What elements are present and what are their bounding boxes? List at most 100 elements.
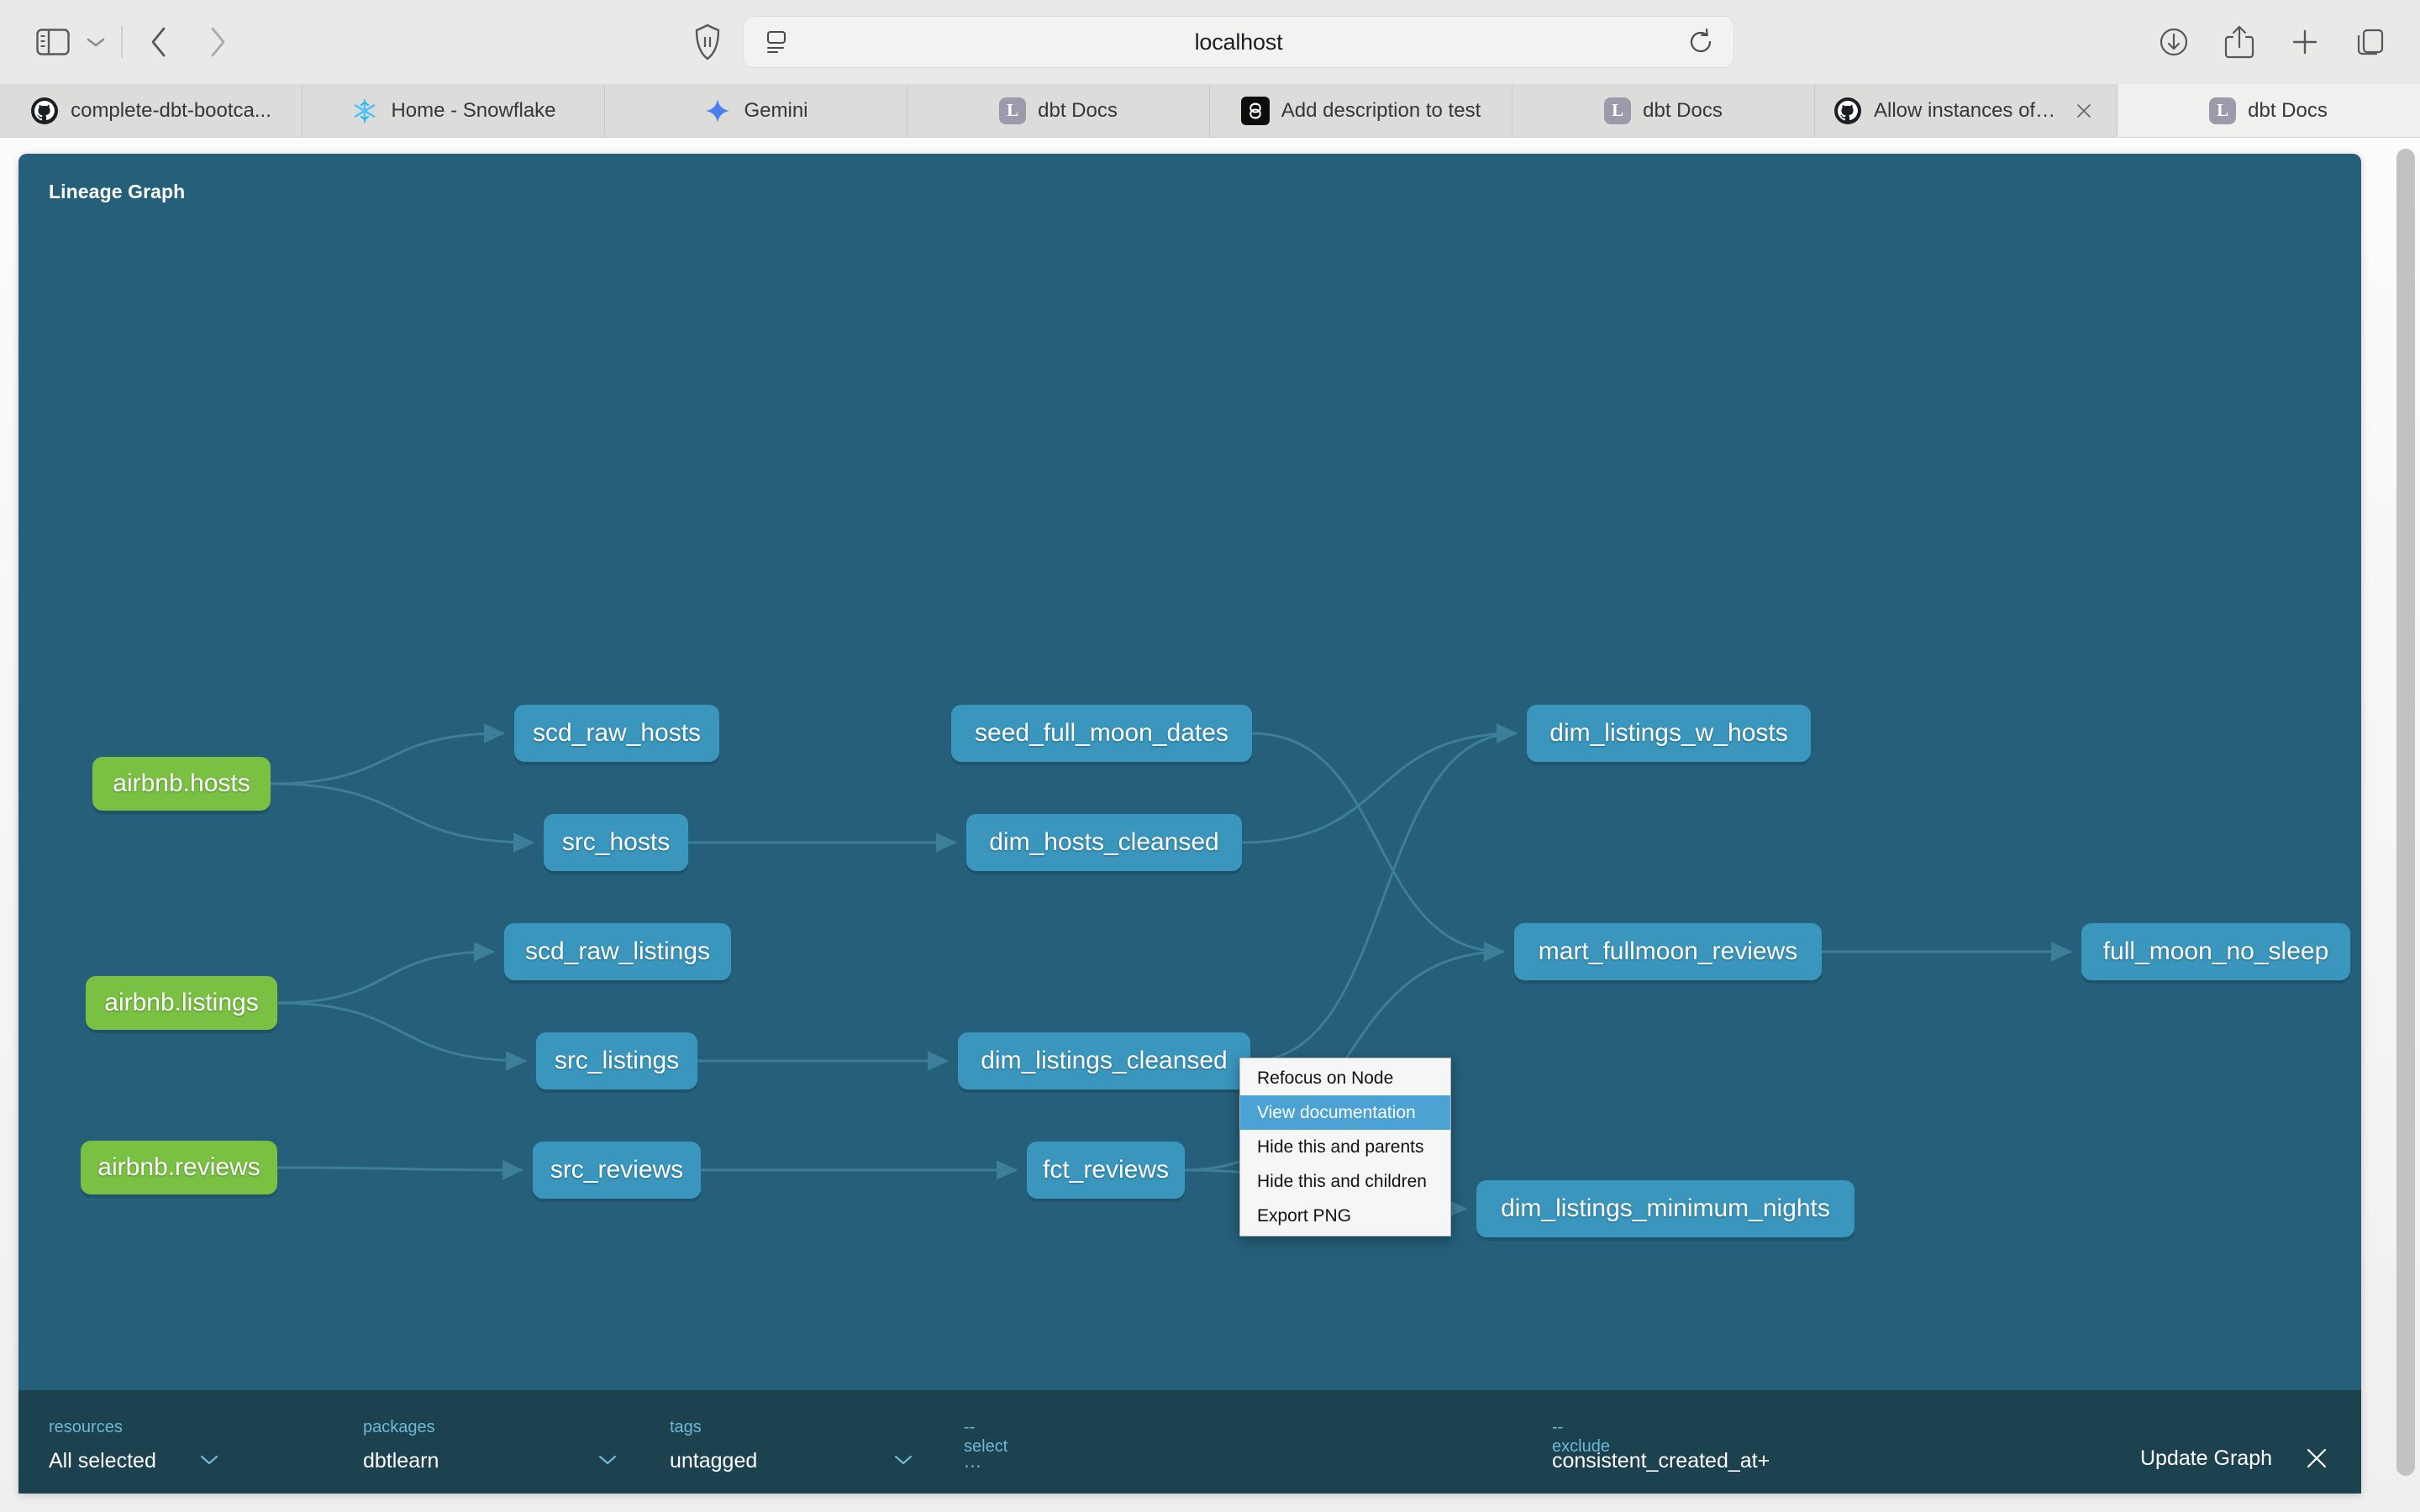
- graph-node-scd-raw-hosts[interactable]: scd_raw_hosts: [514, 705, 719, 762]
- control-field-value: dbtlearn: [363, 1449, 439, 1473]
- tab-title: complete-dbt-bootca...: [71, 99, 271, 123]
- browser-tab[interactable]: Allow instances of gen...: [1815, 84, 2118, 137]
- tab-title: Gemini: [744, 99, 808, 123]
- graph-node-fct-reviews[interactable]: fct_reviews: [1027, 1142, 1185, 1199]
- tab-title: dbt Docs: [1038, 99, 1118, 123]
- page-content: Lineage Graph airbnb.hostsairbnb.listing…: [0, 139, 2420, 1512]
- graph-node-dim-listings-minimum-nights[interactable]: dim_listings_minimum_nights: [1476, 1180, 1854, 1237]
- gemini-sparkle-icon: [703, 97, 732, 125]
- browser-toolbar: localhost: [0, 0, 2420, 84]
- graph-node-airbnb-reviews[interactable]: airbnb.reviews: [81, 1141, 277, 1194]
- tab-overview-icon[interactable]: [2349, 21, 2391, 63]
- tab-title: Home - Snowflake: [391, 99, 555, 123]
- sidebar-toggle-icon[interactable]: [29, 18, 77, 66]
- safari-browser-window: localhost: [0, 0, 2420, 1512]
- graph-node-label: airbnb.hosts: [113, 769, 250, 798]
- control-field-value: untagged: [670, 1449, 757, 1473]
- control-field-label: resources: [49, 1418, 123, 1437]
- node-context-menu[interactable]: Refocus on Node View documentation Hide th…: [1239, 1058, 1451, 1236]
- forward-arrow-icon[interactable]: [188, 18, 247, 66]
- graph-node-src-reviews[interactable]: src_reviews: [533, 1142, 701, 1199]
- context-menu-item[interactable]: Hide this and children: [1240, 1164, 1450, 1199]
- graph-node-label: scd_raw_listings: [525, 937, 710, 966]
- graph-node-dim-listings-w-hosts[interactable]: dim_listings_w_hosts: [1527, 705, 1811, 762]
- graph-node-label: scd_raw_hosts: [533, 719, 701, 748]
- graph-node-label: dim_listings_cleansed: [981, 1047, 1228, 1075]
- plus-icon[interactable]: [2284, 21, 2326, 63]
- github-icon: [30, 97, 59, 125]
- graph-node-seed-full-moon-dates[interactable]: seed_full_moon_dates: [951, 705, 1252, 762]
- toolbar-left-group: [29, 18, 247, 66]
- graph-edge: [1242, 733, 1517, 843]
- privacy-shield-icon[interactable]: [686, 20, 729, 64]
- browser-tab[interactable]: Gemini: [605, 84, 908, 137]
- snowflake-icon: [350, 97, 379, 125]
- reload-icon[interactable]: [1686, 28, 1715, 56]
- chevron-down-icon[interactable]: [597, 1452, 618, 1469]
- toolbar-center-group: localhost: [686, 16, 1734, 68]
- graph-node-label: airbnb.reviews: [97, 1153, 260, 1182]
- graph-node-label: mart_fullmoon_reviews: [1539, 937, 1797, 966]
- graph-node-src-hosts[interactable]: src_hosts: [544, 814, 688, 871]
- graph-edge: [277, 952, 494, 1003]
- sidebar-chevron-down-icon[interactable]: [77, 18, 114, 66]
- close-x-icon[interactable]: [2304, 1446, 2329, 1471]
- close-icon[interactable]: [2070, 97, 2098, 125]
- dbt-docs-icon: L: [2209, 97, 2236, 124]
- graph-edge: [1252, 733, 1504, 952]
- graph-node-label: fct_reviews: [1043, 1156, 1169, 1184]
- browser-tab[interactable]: Ldbt Docs: [908, 84, 1210, 137]
- graph-node-mart-fullmoon-reviews[interactable]: mart_fullmoon_reviews: [1514, 923, 1822, 980]
- toolbar-divider: [121, 26, 123, 58]
- graph-node-src-listings[interactable]: src_listings: [536, 1032, 697, 1089]
- browser-tab[interactable]: complete-dbt-bootca...: [0, 84, 302, 137]
- graph-node-label: seed_full_moon_dates: [975, 719, 1228, 748]
- graph-edge: [277, 1168, 523, 1170]
- graph-control-bar: resourcesAll selectedpackagesdbtlearntag…: [18, 1390, 2361, 1494]
- tab-title: dbt Docs: [1643, 99, 1723, 123]
- graph-node-dim-hosts-cleansed[interactable]: dim_hosts_cleansed: [966, 814, 1242, 871]
- github-icon: [1833, 97, 1862, 125]
- reader-view-icon[interactable]: [762, 27, 792, 57]
- graph-node-label: src_hosts: [562, 828, 670, 857]
- chevron-down-icon[interactable]: [892, 1452, 914, 1469]
- graph-node-airbnb-hosts[interactable]: airbnb.hosts: [92, 757, 271, 811]
- update-graph-button[interactable]: Update Graph: [2140, 1446, 2272, 1471]
- control-field-label: tags: [670, 1418, 702, 1437]
- graph-node-label: src_listings: [555, 1047, 679, 1075]
- control-bar-actions: Update Graph: [2140, 1446, 2329, 1471]
- tab-bar: complete-dbt-bootca... Home - Snowflake Ge…: [0, 84, 2420, 138]
- control-field-value: consistent_created_at+: [1552, 1449, 1770, 1473]
- graph-node-scd-raw-listings[interactable]: scd_raw_listings: [504, 923, 731, 980]
- browser-tab[interactable]: Ldbt Docs: [2118, 84, 2420, 137]
- context-menu-item-label: View documentation: [1257, 1103, 1416, 1123]
- share-icon[interactable]: [2218, 21, 2260, 63]
- graph-node-full-moon-no-sleep[interactable]: full_moon_no_sleep: [2081, 923, 2350, 980]
- downloads-icon[interactable]: [2153, 21, 2195, 63]
- control-field-value: ...: [964, 1449, 981, 1473]
- context-menu-item[interactable]: Refocus on Node: [1240, 1061, 1450, 1095]
- browser-tab[interactable]: Add description to test: [1210, 84, 1512, 137]
- tab-title: Add description to test: [1281, 99, 1481, 123]
- context-menu-item[interactable]: Hide this and parents: [1240, 1130, 1450, 1164]
- graph-node-label: src_reviews: [550, 1156, 683, 1184]
- back-arrow-icon[interactable]: [129, 18, 188, 66]
- lineage-graph-panel: Lineage Graph airbnb.hostsairbnb.listing…: [18, 154, 2361, 1494]
- browser-tab[interactable]: Home - Snowflake: [302, 84, 605, 137]
- graph-node-dim-listings-cleansed[interactable]: dim_listings_cleansed: [958, 1032, 1250, 1089]
- dbt-docs-icon: L: [1604, 97, 1631, 124]
- browser-tab[interactable]: Ldbt Docs: [1512, 84, 1815, 137]
- control-field-value: All selected: [49, 1449, 156, 1473]
- dbt-docs-icon: L: [999, 97, 1026, 124]
- tab-title: dbt Docs: [2248, 99, 2328, 123]
- vertical-scrollbar[interactable]: [2396, 149, 2415, 1476]
- graph-node-label: airbnb.listings: [104, 989, 258, 1017]
- address-bar[interactable]: localhost: [743, 16, 1734, 68]
- graph-node-airbnb-listings[interactable]: airbnb.listings: [86, 976, 277, 1030]
- context-menu-item[interactable]: View documentation: [1240, 1095, 1450, 1130]
- context-menu-item[interactable]: Export PNG: [1240, 1199, 1450, 1233]
- context-menu-item-label: Hide this and parents: [1257, 1137, 1423, 1158]
- chevron-down-icon[interactable]: [198, 1452, 220, 1469]
- context-menu-item-label: Refocus on Node: [1257, 1068, 1393, 1089]
- graph-edge: [1250, 733, 1517, 1061]
